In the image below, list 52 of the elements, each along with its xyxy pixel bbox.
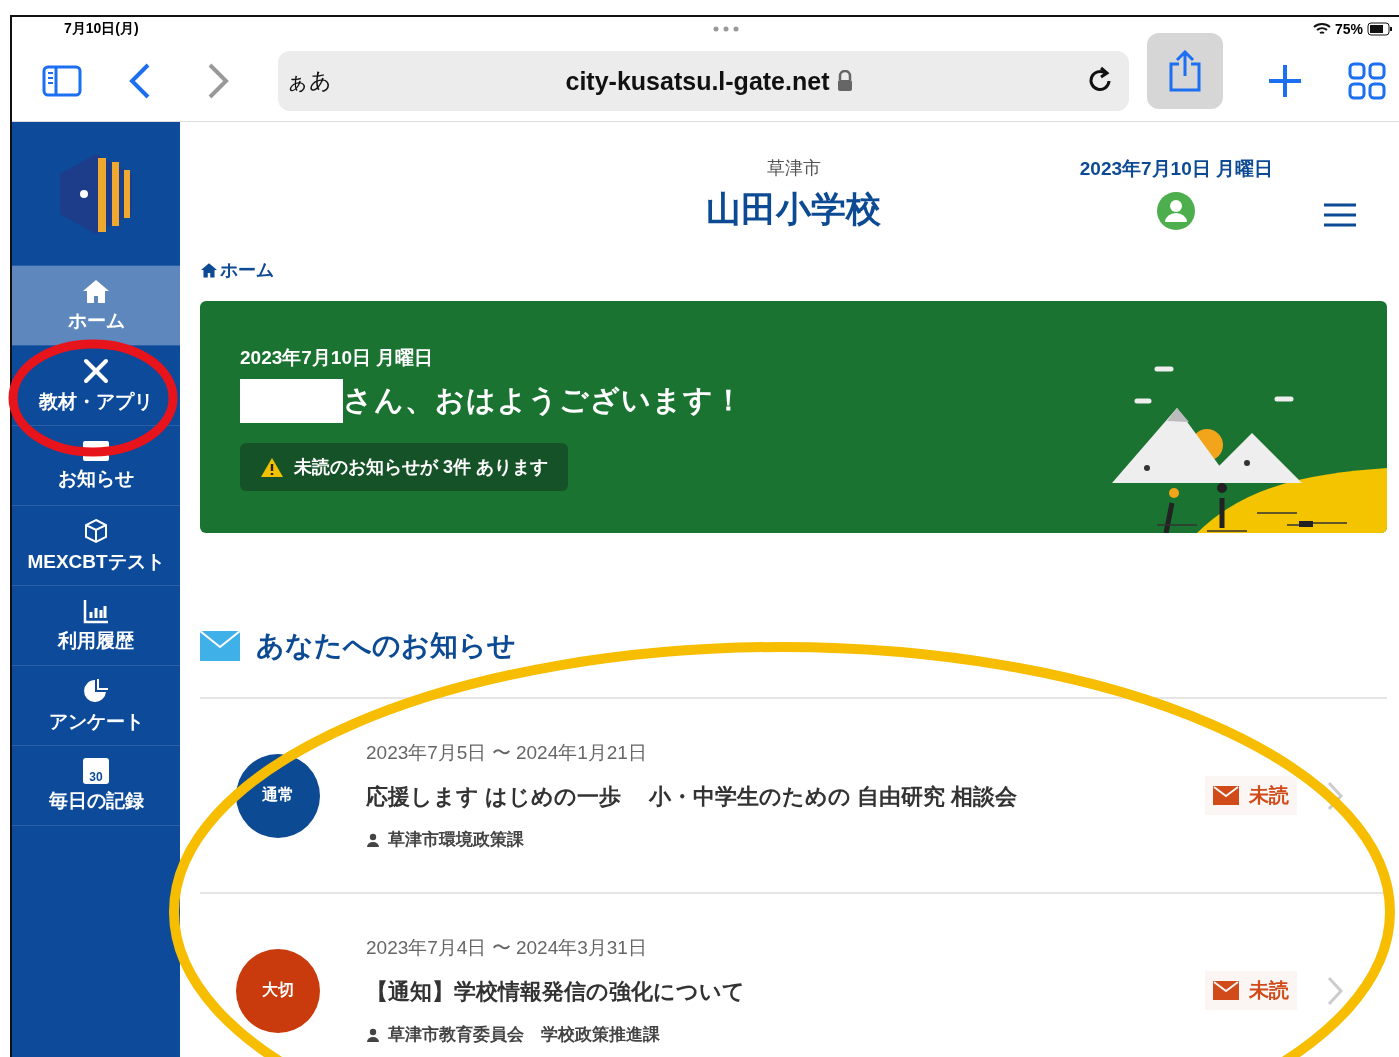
battery-percent: 75% bbox=[1334, 21, 1363, 37]
envelope-icon bbox=[1213, 786, 1239, 805]
share-icon bbox=[1167, 50, 1203, 92]
house-icon bbox=[82, 277, 110, 304]
bar-chart-icon bbox=[82, 597, 110, 624]
breadcrumb-link[interactable]: ホーム bbox=[220, 258, 274, 282]
sidebar-item[interactable]: 利用履歴 bbox=[12, 586, 180, 666]
notice-period: 2023年7月5日 〜 2024年1月21日 bbox=[366, 741, 648, 765]
sidebar-item[interactable]: MEXCBTテスト bbox=[12, 506, 180, 586]
person-icon bbox=[366, 1027, 380, 1042]
notice-period: 2023年7月4日 〜 2024年3月31日 bbox=[366, 936, 648, 960]
person-icon bbox=[366, 832, 380, 847]
text-size-button[interactable]: ぁあ bbox=[286, 66, 332, 96]
url-text: city-kusatsu.l-gate.net bbox=[565, 66, 830, 96]
envelope-icon bbox=[200, 631, 240, 661]
greeting-text: さん、おはようございます！ bbox=[343, 383, 744, 418]
user-avatar-icon[interactable] bbox=[1157, 192, 1196, 230]
lock-icon bbox=[837, 70, 854, 92]
unread-status: 未読 bbox=[1205, 776, 1297, 815]
calendar-icon: 30 bbox=[83, 757, 109, 784]
category-badge: 大切 bbox=[236, 948, 320, 1033]
warning-icon bbox=[260, 456, 284, 478]
sidebar-item[interactable]: アンケート bbox=[12, 666, 180, 746]
multitask-dots-icon bbox=[712, 26, 739, 32]
pie-chart-icon bbox=[82, 676, 110, 705]
banner-date: 2023年7月10日 月曜日 bbox=[240, 346, 435, 370]
hexagon-logo-icon[interactable] bbox=[58, 151, 134, 236]
header-date: 2023年7月10日 月曜日 bbox=[1079, 157, 1273, 181]
battery-icon bbox=[1367, 22, 1393, 36]
address-bar[interactable]: ぁあ city-kusatsu.l-gate.net bbox=[278, 51, 1129, 111]
notice-row[interactable]: 大切 2023年7月4日 〜 2024年3月31日 【通知】学校情報発信の強化について 草津市教育委員会 学校政策推進課 未読 bbox=[200, 894, 1387, 1057]
notice-sender: 草津市環境政策課 bbox=[388, 829, 524, 851]
status-date: 7月10日(月) bbox=[64, 20, 139, 38]
school-name: 山田小学校 bbox=[706, 188, 881, 230]
notice-title: 【通知】学校情報発信の強化について bbox=[366, 978, 746, 1006]
notice-title: 応援します はじめの一歩 小・中学生のための 自由研究 相談会 bbox=[366, 783, 1019, 811]
cube-icon bbox=[82, 516, 110, 545]
notice-row[interactable]: 通常 2023年7月5日 〜 2024年1月21日 応援します はじめの一歩 小・中学生のための 自由研究 相談会 草津市環境政策課 未読 bbox=[200, 699, 1387, 894]
notice-sender: 草津市教育委員会 学校政策推進課 bbox=[388, 1024, 660, 1046]
sidebar-item[interactable]: 30 毎日の記録 bbox=[12, 746, 180, 826]
wifi-icon bbox=[1312, 22, 1331, 36]
section-title: あなたへのお知らせ bbox=[256, 629, 516, 663]
unread-status: 未読 bbox=[1205, 971, 1297, 1010]
envelope-icon bbox=[1213, 981, 1239, 1000]
sidebar-item[interactable]: ホーム bbox=[12, 266, 180, 346]
menu-icon[interactable] bbox=[1323, 202, 1357, 228]
crossed-tools-icon bbox=[82, 356, 110, 385]
alert-text: 未読のお知らせが 3件 あります bbox=[294, 456, 548, 479]
house-icon bbox=[200, 262, 218, 278]
sidebar-item[interactable]: 教材・アプリ bbox=[12, 346, 180, 426]
city-name: 草津市 bbox=[766, 157, 821, 180]
share-button[interactable] bbox=[1147, 33, 1223, 109]
